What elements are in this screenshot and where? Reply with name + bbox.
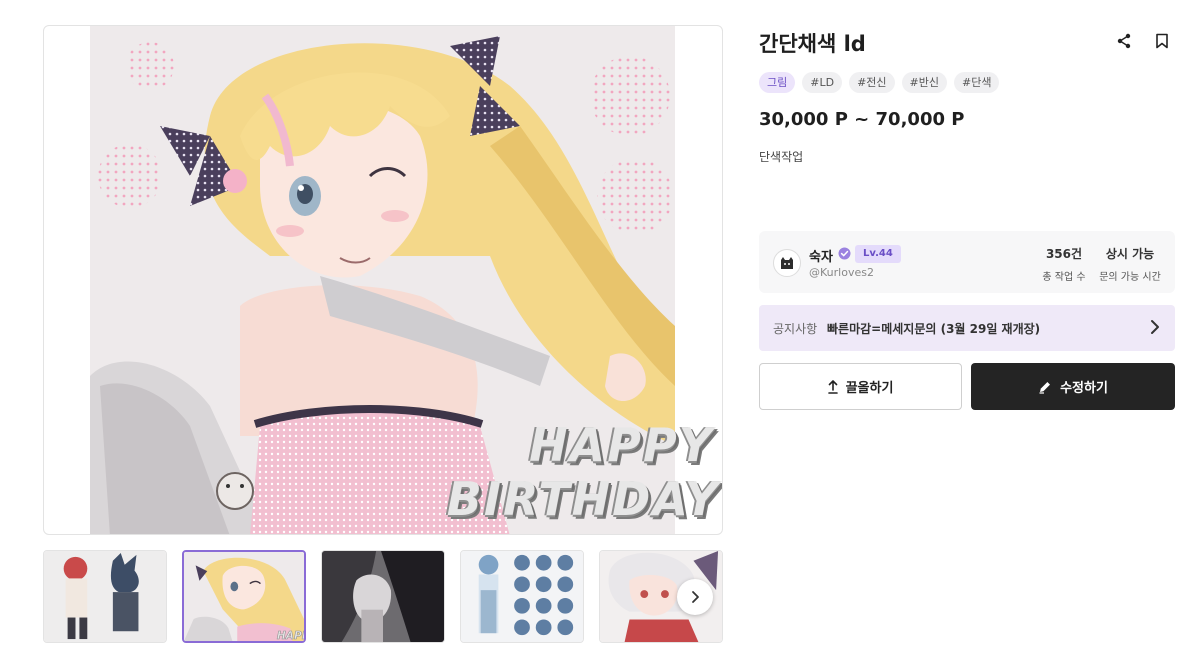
stat-inquiry-time-label: 문의 가능 시간 [1099, 272, 1161, 283]
edit-button[interactable]: 수정하기 [971, 363, 1175, 410]
tag-ld[interactable]: #LD [802, 72, 843, 93]
bookmark-button[interactable] [1151, 30, 1173, 52]
bump-button[interactable]: 끌올하기 [759, 363, 962, 410]
tag-monochrome[interactable]: #단색 [954, 72, 1000, 93]
product-title: 간단채색 ld [759, 32, 866, 56]
tag-half-body[interactable]: #반신 [901, 72, 948, 93]
thumbnail-strip: HAPPY [43, 550, 723, 643]
bookmark-icon [1156, 33, 1168, 49]
cat-avatar-icon [781, 257, 793, 269]
pencil-icon [1039, 381, 1051, 394]
edit-button-label: 수정하기 [1060, 381, 1108, 396]
share-icon [1117, 33, 1131, 49]
stat-total-works-label: 총 작업 수 [1042, 272, 1086, 283]
product-description: 단색작업 [759, 150, 804, 164]
thumbnail-next-button[interactable] [677, 579, 713, 615]
stat-total-works-value: 356건 [1045, 247, 1083, 261]
stat-total-works: 356건 총 작업 수 [1038, 245, 1090, 283]
svg-text:HAPPY: HAPPY [277, 630, 304, 641]
seller-level-badge: Lv.44 [855, 245, 901, 263]
share-button[interactable] [1113, 30, 1135, 52]
stat-inquiry-time-value: 상시 가능 [1105, 247, 1155, 261]
verified-badge-icon [838, 247, 851, 260]
thumbnail-3[interactable] [321, 550, 445, 643]
notice-banner[interactable]: 공지사항 빠른마감=메세지문의 (3월 29일 재개장) [759, 305, 1175, 351]
thumbnail-4[interactable] [460, 550, 584, 643]
seller-name[interactable]: 숙자 [809, 246, 833, 265]
stat-inquiry-time: 상시 가능 문의 가능 시간 [1097, 245, 1163, 283]
upload-arrow-icon [827, 379, 838, 394]
artwork-overlay-text-line2: BIRTHDAY [446, 472, 720, 526]
seller-handle: @Kurloves2 [809, 266, 874, 279]
thumbnail-2[interactable]: HAPPY [182, 550, 306, 643]
main-artwork-frame[interactable]: HAPPY BIRTHDAY [43, 25, 723, 535]
artwork-overlay-text-line1: HAPPY [529, 418, 714, 472]
bump-button-label: 끌올하기 [845, 381, 894, 396]
notice-text: 빠른마감=메세지문의 (3월 29일 재개장) [827, 322, 1041, 336]
thumbnail-1[interactable] [43, 550, 167, 643]
product-price: 30,000 P ~ 70,000 P [759, 109, 965, 130]
tag-category[interactable]: 그림 [759, 72, 796, 93]
tag-full-body[interactable]: #전신 [849, 72, 895, 93]
seller-card[interactable]: 숙자 Lv.44 @Kurloves2 356건 총 작업 수 상시 가능 문의… [759, 231, 1175, 293]
chevron-right-icon [1151, 320, 1159, 334]
notice-label: 공지사항 [773, 322, 818, 336]
avatar[interactable] [773, 249, 801, 277]
chevron-right-icon [692, 591, 699, 603]
tag-list: 그림 #LD #전신 #반신 #단색 [759, 72, 1000, 93]
